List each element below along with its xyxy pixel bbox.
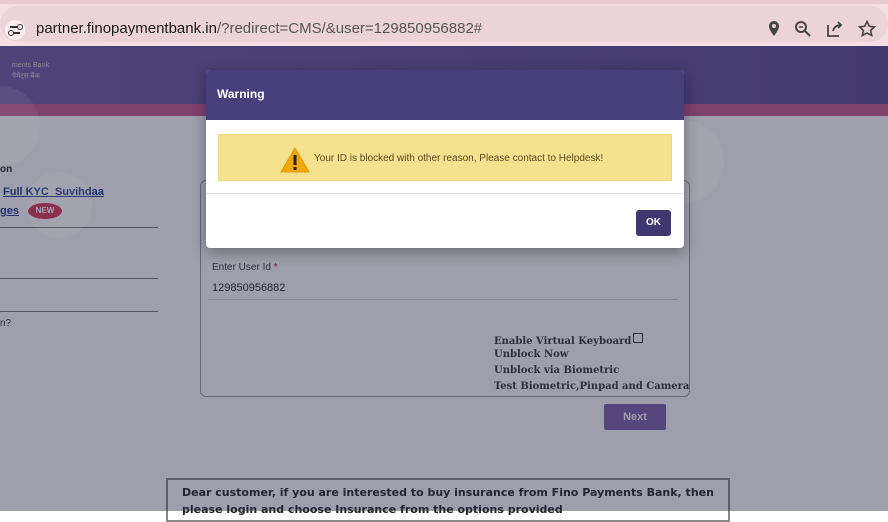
url-host: partner.finopaymentbank.in <box>36 20 217 37</box>
dialog-title: Warning <box>217 87 265 101</box>
bookmark-star-icon[interactable] <box>857 19 877 39</box>
share-icon[interactable] <box>825 19 845 39</box>
warning-message: Your ID is blocked with other reason, Pl… <box>314 153 604 164</box>
site-info-icon[interactable] <box>5 20 25 40</box>
location-icon[interactable] <box>764 19 784 39</box>
warning-alert: Your ID is blocked with other reason, Pl… <box>218 134 672 181</box>
zoom-icon[interactable] <box>793 19 813 39</box>
bg-decoration <box>0 86 40 166</box>
browser-chrome: partner.finopaymentbank.in/?redirect=CMS… <box>0 0 888 46</box>
dialog-header: Warning <box>206 70 684 120</box>
warning-dialog: Warning Your ID is blocked with other re… <box>206 70 684 248</box>
ok-button[interactable]: OK <box>636 210 671 236</box>
url-text[interactable]: partner.finopaymentbank.in/?redirect=CMS… <box>36 20 482 37</box>
warning-icon <box>280 147 310 173</box>
bg-decoration <box>26 172 92 238</box>
address-bar[interactable]: partner.finopaymentbank.in/?redirect=CMS… <box>0 6 888 42</box>
tab-strip-edge <box>0 0 888 4</box>
url-path: /?redirect=CMS/&user=129850956882# <box>216 20 483 37</box>
